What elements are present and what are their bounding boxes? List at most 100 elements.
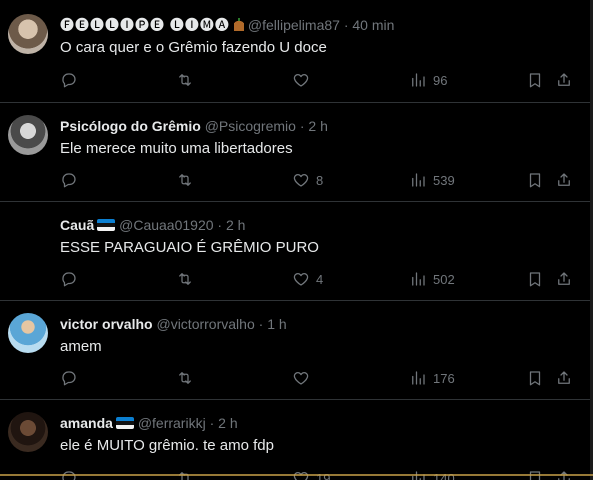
separator: · [209,415,215,431]
like-icon [293,74,309,87]
tweet-header: Cauã @Cauaa01920 · 2 h [60,216,578,234]
reply-button[interactable] [60,368,84,388]
like-button[interactable]: 8 [292,170,323,190]
views-icon [412,73,425,87]
repost-icon [179,273,191,285]
reply-button[interactable] [60,170,84,190]
bookmark-icon [529,272,541,287]
display-name[interactable]: 🅕🅔🅛🅛🅘🅟🅔 🅛🅘🅜🅐 [60,17,230,33]
handle[interactable]: @fellipelima87 [248,17,340,33]
like-button[interactable] [292,368,316,388]
reply-feed: 🅕🅔🅛🅛🅘🅟🅔 🅛🅘🅜🅐 @fellipelima87 · 40 min O ca… [0,0,590,480]
tweet-text: ESSE PARAGUAIO É GRÊMIO PURO [60,239,319,256]
reply-icon [62,173,76,188]
reply-icon [62,272,76,287]
like-count: 8 [316,172,324,188]
like-icon [293,273,309,286]
tweet[interactable]: amanda @ferrarikkj · 2 h ele é MUITO grê… [0,400,590,480]
bottom-edge-divider [0,474,593,476]
avatar[interactable] [8,214,48,254]
bookmark-button[interactable] [526,368,544,388]
bookmark-button[interactable] [526,269,544,289]
bookmark-icon [529,73,541,88]
avatar[interactable] [8,14,48,54]
display-name[interactable]: Cauã [60,217,94,233]
bookmark-icon [529,173,541,188]
repost-icon [179,372,191,384]
tweet-header: amanda @ferrarikkj · 2 h [60,414,578,432]
timestamp[interactable]: 40 min [352,17,394,33]
share-icon [558,272,570,285]
tweet[interactable]: Psicólogo do Grêmio @Psicogremio · 2 h E… [0,103,590,202]
share-icon [558,173,570,186]
tweet-header: 🅕🅔🅛🅛🅘🅟🅔 🅛🅘🅜🅐 @fellipelima87 · 40 min [60,16,578,34]
tweet-header: Psicólogo do Grêmio @Psicogremio · 2 h [60,117,578,135]
views-button[interactable]: 96 [409,70,447,90]
tweet-header: victor orvalho @victorrorvalho · 1 h [60,315,578,333]
action-bar: 96 [60,70,580,90]
tweet-text: Ele merece muito uma libertadores [60,140,293,157]
repost-button[interactable] [176,269,200,289]
like-icon [293,372,309,385]
repost-icon [179,74,191,86]
repost-button[interactable] [176,368,200,388]
reply-button[interactable] [60,269,84,289]
share-button[interactable] [555,368,573,388]
handle[interactable]: @Psicogremio [205,118,296,134]
bookmark-button[interactable] [526,70,544,90]
timestamp[interactable]: 1 h [267,316,286,332]
reply-icon [62,371,76,386]
share-button[interactable] [555,170,573,190]
share-button[interactable] [555,70,573,90]
repost-button[interactable] [176,70,200,90]
share-icon [558,371,570,384]
handle[interactable]: @Cauaa01920 [119,217,213,233]
views-button[interactable]: 502 [409,269,455,289]
reply-button[interactable] [60,70,84,90]
tweet-text: amem [60,338,102,355]
share-icon [558,73,570,86]
separator: · [217,217,223,233]
bookmark-icon [529,371,541,386]
views-icon [412,173,425,187]
avatar[interactable] [8,412,48,452]
avatar[interactable] [8,313,48,353]
views-button[interactable]: 176 [409,368,455,388]
like-icon [293,174,309,187]
display-name[interactable]: victor orvalho [60,316,153,332]
like-count: 4 [316,271,324,287]
views-icon [412,371,425,385]
reply-icon [62,73,76,88]
tweet[interactable]: victor orvalho @victorrorvalho · 1 h ame… [0,301,590,400]
timestamp[interactable]: 2 h [226,217,245,233]
action-bar: 176 [60,368,580,388]
display-name[interactable]: amanda [60,415,113,431]
handle[interactable]: @victorrorvalho [156,316,254,332]
like-button[interactable] [292,70,316,90]
bookmark-button[interactable] [526,170,544,190]
separator: · [258,316,264,332]
share-button[interactable] [555,269,573,289]
handle[interactable]: @ferrarikkj [138,415,206,431]
display-name[interactable]: Psicólogo do Grêmio [60,118,201,134]
views-button[interactable]: 539 [409,170,455,190]
avatar[interactable] [8,115,48,155]
timestamp[interactable]: 2 h [308,118,327,134]
views-count: 176 [433,370,455,386]
cuia-emoji-icon [233,18,244,31]
flag-emoji-icon [115,417,134,429]
flag-emoji-icon [97,219,116,231]
like-button[interactable]: 4 [292,269,323,289]
tweet[interactable]: 🅕🅔🅛🅛🅘🅟🅔 🅛🅘🅜🅐 @fellipelima87 · 40 min O ca… [0,0,590,103]
action-bar: 4 502 [60,269,580,289]
timestamp[interactable]: 2 h [218,415,237,431]
tweet[interactable]: Cauã @Cauaa01920 · 2 h ESSE PARAGUAIO É … [0,202,590,301]
tweet-text: ele é MUITO grêmio. te amo fdp [60,437,274,454]
repost-button[interactable] [176,170,200,190]
repost-icon [179,174,191,186]
views-count: 96 [433,72,448,88]
separator: · [299,118,305,134]
tweet-text: O cara quer e o Grêmio fazendo U doce [60,39,327,56]
views-count: 539 [433,172,455,188]
separator: · [343,17,349,33]
